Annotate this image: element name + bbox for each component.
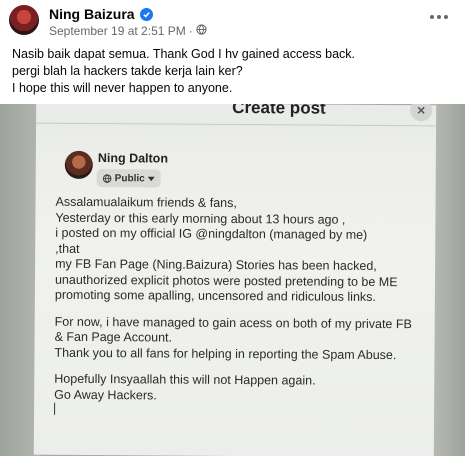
audience-label: Public <box>114 172 145 184</box>
divider <box>36 122 437 127</box>
more-options-icon[interactable] <box>427 8 451 26</box>
verified-badge-icon <box>139 7 153 21</box>
photo-line: & Fan Page Account. <box>54 329 173 345</box>
post-header: Ning Baizura September 19 at 2:51 PM · <box>0 0 465 42</box>
photo-line: promoting some apalling, uncensored and … <box>54 287 376 304</box>
author-row: Ning Baizura <box>49 6 153 22</box>
text-cursor <box>54 402 411 422</box>
photo-background <box>431 104 465 456</box>
post-message: Nasib baik dapat semua. Thank God I hv g… <box>12 46 355 97</box>
post-line: I hope this will never happen to anyone. <box>12 81 233 95</box>
photo-line: Hopefully Insyaallah this will not Happe… <box>54 371 316 388</box>
photographed-screen: Create post Ning Dalton Public Assalamua… <box>33 104 437 456</box>
meta-separator: · <box>188 24 193 38</box>
post-line: Nasib baik dapat semua. Thank God I hv g… <box>12 47 356 61</box>
globe-icon[interactable] <box>196 24 207 38</box>
post-meta: September 19 at 2:51 PM · <box>49 24 207 38</box>
photo-avatar <box>64 150 93 180</box>
create-post-title: Create post <box>232 104 326 118</box>
author-avatar[interactable] <box>9 5 39 35</box>
photo-post-text: Assalamualaikum friends & fans, Yesterda… <box>54 195 413 422</box>
audience-selector: Public <box>96 169 161 188</box>
photo-line: Assalamualaikum friends & fans, <box>55 194 237 211</box>
photo-line: Thank you to all fans for helping in rep… <box>54 345 397 362</box>
photo-author-name: Ning Dalton <box>97 151 169 166</box>
post-line: pergi blah la hackers takde kerja lain k… <box>12 64 243 78</box>
globe-icon <box>102 173 112 183</box>
post-timestamp[interactable]: September 19 at 2:51 PM <box>49 24 186 38</box>
author-name[interactable]: Ning Baizura <box>49 6 135 22</box>
photo-line: i posted on my official IG @ningdalton (… <box>55 225 368 242</box>
facebook-post: Ning Baizura September 19 at 2:51 PM · N… <box>0 0 465 456</box>
photo-line: Go Away Hackers. <box>54 387 157 402</box>
photo-line: my FB Fan Page (Ning.Baizura) Stories ha… <box>55 256 377 273</box>
post-photo[interactable]: Create post Ning Dalton Public Assalamua… <box>0 104 465 456</box>
close-icon <box>410 104 433 122</box>
caret-down-icon <box>147 176 155 181</box>
